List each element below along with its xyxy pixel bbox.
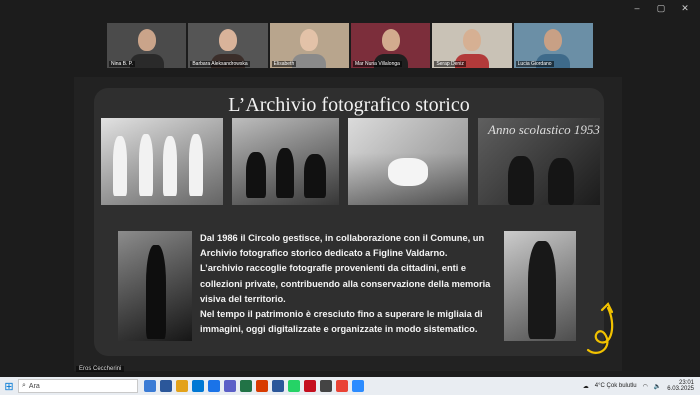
annotation-arrow-icon [586, 302, 614, 354]
paragraph-growth: Nel tempo il patrimonio è cresciuto fino… [200, 309, 483, 335]
paragraph-collection: L’archivio raccoglie fotografie provenie… [200, 263, 491, 304]
taskbar-apps [144, 380, 364, 392]
windows-taskbar: ⊞ ⌕ Ara ☁ 4°C Çok bulutlu ◠ 🔈 23:01 6.03… [0, 377, 700, 395]
photo-woman-beach [348, 118, 468, 205]
photo-family-group [232, 118, 339, 205]
photo-street-crowd [118, 231, 192, 341]
participant-name: Mar Nuria Villalonga [352, 61, 402, 67]
close-button[interactable]: ✕ [678, 3, 692, 14]
slide-body-text: Dal 1986 il Circolo gestisce, in collabo… [200, 231, 496, 337]
minimize-button[interactable]: – [630, 3, 644, 13]
taskbar-app-icon[interactable] [304, 380, 316, 392]
avatar [544, 29, 563, 51]
participant-tile[interactable]: Serap Deniz [432, 23, 512, 68]
photo-school-children: Anno scolastico 1953 [478, 118, 600, 205]
taskbar-app-icon[interactable] [288, 380, 300, 392]
taskbar-app-icon[interactable] [320, 380, 332, 392]
windows-start-icon[interactable]: ⊞ [0, 377, 18, 395]
window-controls: – ▢ ✕ [630, 0, 700, 16]
photo-fencers [101, 118, 223, 205]
presentation-slide: L’Archivio fotografico storico Anno scol… [94, 88, 614, 356]
taskbar-app-icon[interactable] [176, 380, 188, 392]
avatar [381, 29, 400, 51]
taskbar-app-icon[interactable] [160, 380, 172, 392]
weather-icon: ☁ [582, 383, 589, 390]
avatar [300, 29, 319, 51]
taskbar-app-icon[interactable] [256, 380, 268, 392]
participant-tile[interactable]: Barbara Aleksandrowska [188, 23, 268, 68]
paragraph-history: Dal 1986 il Circolo gestisce, in collabo… [200, 233, 485, 259]
system-tray: ☁ 4°C Çok bulutlu ◠ 🔈 23:01 6.03.2025 [583, 380, 700, 392]
taskbar-app-icon[interactable] [240, 380, 252, 392]
taskbar-search[interactable]: ⌕ Ara [18, 379, 138, 393]
avatar [218, 29, 237, 51]
taskbar-app-icon[interactable] [224, 380, 236, 392]
participant-name: Nina B. P. [109, 61, 135, 67]
taskbar-app-icon[interactable] [208, 380, 220, 392]
weather-text[interactable]: 4°C Çok bulutlu [595, 383, 637, 389]
participant-tile[interactable]: Lucia Giordano [513, 23, 593, 68]
taskbar-app-icon[interactable] [272, 380, 284, 392]
search-placeholder: Ara [28, 382, 40, 390]
clock-date: 6.03.2025 [667, 386, 694, 392]
participant-name: Lucia Giordano [515, 61, 554, 67]
shared-screen: L’Archivio fotografico storico Anno scol… [74, 77, 622, 371]
participant-gallery: Nina B. P. Barbara Aleksandrowska Elisab… [107, 23, 593, 68]
taskbar-app-icon[interactable] [192, 380, 204, 392]
wifi-icon[interactable]: ◠ [643, 383, 648, 390]
photo-woman-standing [504, 231, 576, 341]
active-speaker-label: Eros Ceccherini [76, 366, 125, 372]
volume-icon[interactable]: 🔈 [654, 383, 661, 390]
participant-tile[interactable]: Mar Nuria Villalonga [350, 23, 431, 68]
slide-title: L’Archivio fotografico storico [228, 94, 470, 116]
participant-tile[interactable]: Nina B. P. [107, 23, 187, 68]
avatar-body [292, 54, 327, 68]
avatar [462, 29, 481, 51]
participant-tile[interactable]: Elisabeth [269, 23, 349, 68]
participant-name: Serap Deniz [434, 61, 466, 67]
taskbar-app-icon[interactable] [144, 380, 156, 392]
taskbar-app-icon[interactable] [352, 380, 364, 392]
participant-name: Elisabeth [271, 61, 297, 67]
search-icon: ⌕ [22, 382, 26, 389]
maximize-button[interactable]: ▢ [654, 3, 668, 14]
clock[interactable]: 23:01 6.03.2025 [667, 380, 694, 392]
participant-name: Barbara Aleksandrowska [190, 61, 250, 67]
taskbar-app-icon[interactable] [336, 380, 348, 392]
chalkboard-text: Anno scolastico 1953 [488, 122, 600, 137]
avatar [137, 29, 156, 51]
